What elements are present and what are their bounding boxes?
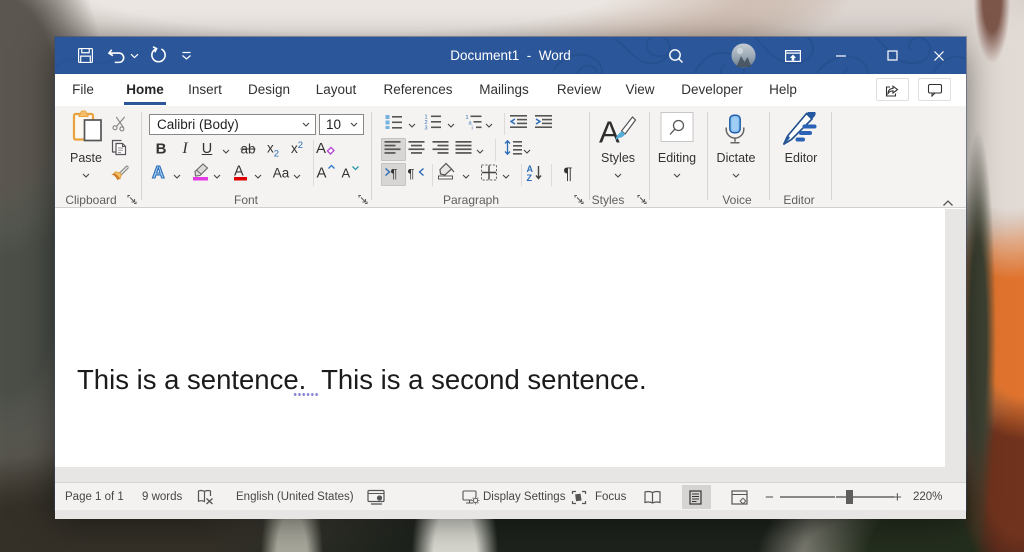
svg-text:¶: ¶: [391, 166, 398, 180]
svg-text:A: A: [342, 166, 351, 180]
svg-text:Z: Z: [527, 173, 533, 181]
svg-text:A: A: [316, 140, 326, 156]
svg-text:i: i: [472, 126, 473, 130]
svg-text:3: 3: [425, 126, 428, 130]
svg-text:A: A: [599, 115, 620, 148]
svg-text:A: A: [317, 165, 327, 180]
svg-text:¶: ¶: [408, 166, 415, 180]
svg-text:A: A: [152, 163, 165, 181]
